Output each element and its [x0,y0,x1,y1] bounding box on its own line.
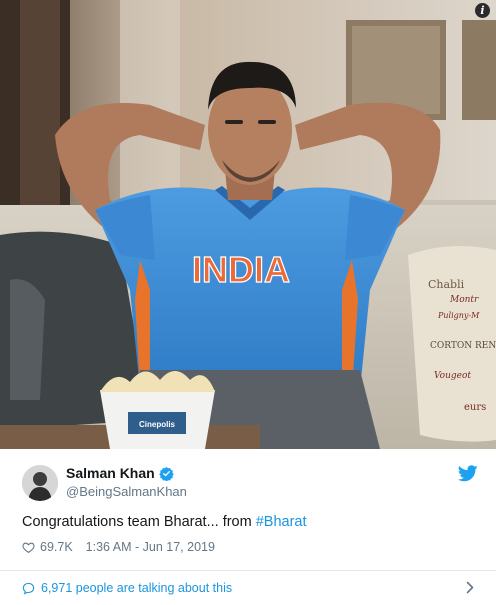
jersey-text: INDIA [192,249,290,290]
chevron-right-icon [466,581,474,594]
timestamp[interactable]: 1:36 AM - Jun 17, 2019 [86,540,215,554]
tweet-meta: 69.7K 1:36 AM - Jun 17, 2019 [22,540,215,554]
like-count[interactable]: 69.7K [40,540,73,554]
talking-about-link[interactable]: 6,971 people are talking about this [0,571,496,605]
cushion-text: CORTON RENAR [430,341,496,351]
user-name[interactable]: Salman Khan [66,465,174,481]
heart-icon[interactable] [22,541,35,554]
verified-icon [158,466,174,481]
cushion-text: Montr [449,295,479,305]
hashtag-link[interactable]: #Bharat [256,514,307,530]
photo-illustration: Chabli Montr Puligny-M CORTON RENAR Voug… [0,0,496,449]
info-icon[interactable]: i [475,3,490,18]
avatar[interactable] [22,465,58,501]
tweet-text: Congratulations team Bharat... from #Bha… [22,514,307,530]
tweet-media-image[interactable]: Chabli Montr Puligny-M CORTON RENAR Voug… [0,0,496,449]
cushion-text: Puligny-M [437,311,480,320]
tweet-header: Salman Khan @BeingSalmanKhan [0,449,496,509]
cushion-text: eurs [464,402,486,413]
tweet-card: Chabli Montr Puligny-M CORTON RENAR Voug… [0,0,496,605]
avatar-image [22,465,58,501]
talking-about-text: 6,971 people are talking about this [41,581,233,595]
user-name-text: Salman Khan [66,465,155,481]
popcorn-box-label: Cinepolis [139,420,176,429]
cushion-text: Vougeot [434,371,471,381]
comment-icon [22,582,35,595]
cushion-text: Chabli [428,278,465,291]
tweet-text-prefix: Congratulations team Bharat... from [22,514,256,530]
twitter-bird-icon[interactable] [458,465,478,482]
user-handle[interactable]: @BeingSalmanKhan [66,484,187,499]
